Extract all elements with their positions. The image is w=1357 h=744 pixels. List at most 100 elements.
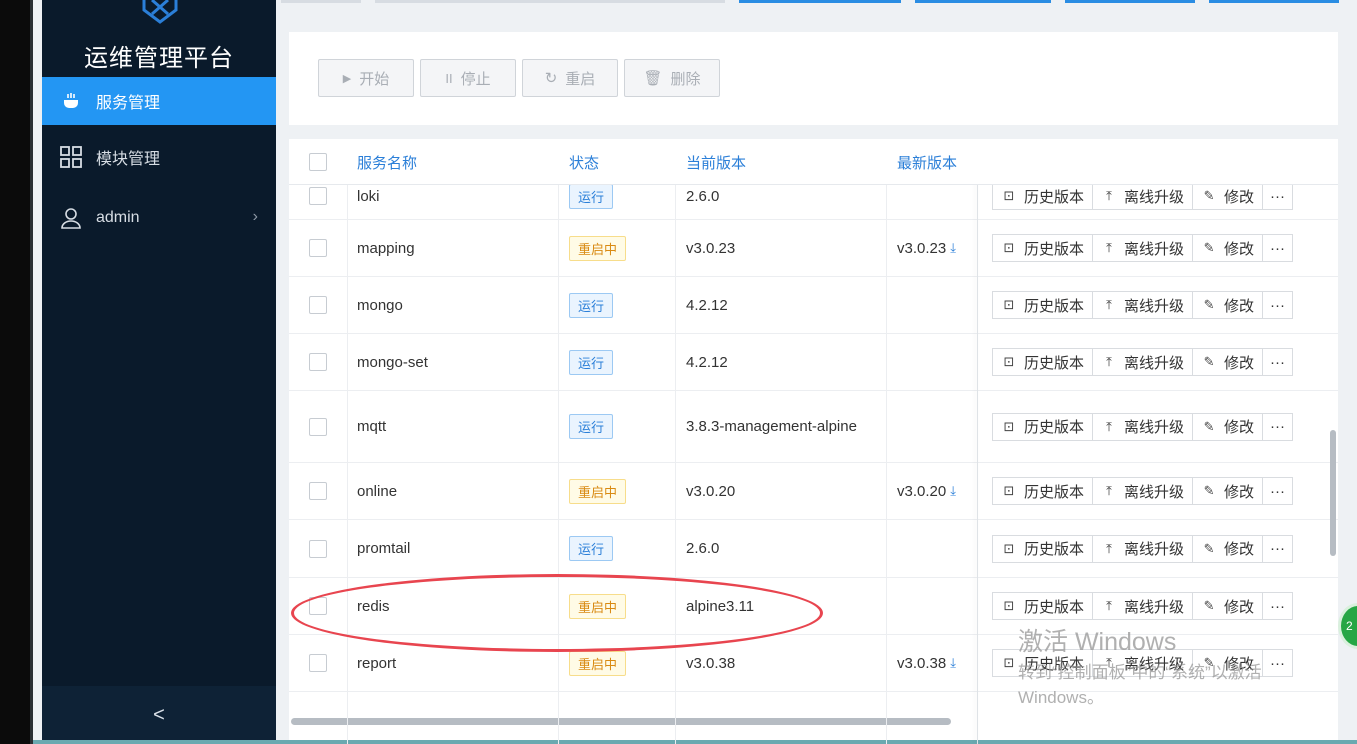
action-button-group: ⊡ 历史版本 ⤒ 离线升级 ✎ 修改 ···: [992, 412, 1294, 441]
more-button[interactable]: ···: [1263, 183, 1292, 209]
more-button[interactable]: ···: [1263, 536, 1292, 562]
download-icon[interactable]: ⤓: [950, 655, 956, 671]
more-button[interactable]: ···: [1263, 414, 1292, 440]
action-button-group: ⊡ 历史版本 ⤒ 离线升级 ✎ 修改 ···: [992, 534, 1294, 563]
latest-version-cell: v3.0.23 ⤓: [897, 220, 956, 276]
table-row[interactable]: mongo-set 运行 4.2.12 ⊡ 历史版本 ⤒ 离线升级 ✎ 修改 ···: [289, 334, 1338, 391]
header-button-2[interactable]: [915, 0, 1051, 3]
row-checkbox[interactable]: [309, 417, 327, 436]
user-icon: [60, 207, 82, 229]
header-current-version[interactable]: 当前版本: [686, 139, 746, 185]
more-button[interactable]: ···: [1263, 593, 1292, 619]
table-row[interactable]: mapping 重启中 v3.0.23 v3.0.23 ⤓ ⊡ 历史版本 ⤒ 离线升级 ✎ 修改 ··…: [289, 220, 1338, 277]
offline-upgrade-button[interactable]: ⤒ 离线升级: [1093, 349, 1194, 375]
more-button[interactable]: ···: [1263, 349, 1292, 375]
row-checkbox[interactable]: [309, 296, 327, 314]
logo-icon: [142, 0, 178, 24]
status-badge: 运行: [569, 414, 614, 439]
history-version-button[interactable]: ⊡ 历史版本: [993, 292, 1094, 318]
table-row[interactable]: online 重启中 v3.0.20 v3.0.20 ⤓ ⊡ 历史版本 ⤒ 离线升级 ✎ 修改 ···: [289, 463, 1338, 520]
history-label: 历史版本: [1024, 598, 1085, 616]
offline-upgrade-button[interactable]: ⤒ 离线升级: [1093, 593, 1194, 619]
watermark-line: Windows。: [1018, 688, 1104, 707]
modify-button[interactable]: ✎ 修改: [1193, 413, 1264, 440]
edit-icon: ✎: [1203, 418, 1215, 434]
column-divider: [675, 139, 676, 744]
edit-icon: ✎: [1203, 540, 1215, 556]
row-checkbox[interactable]: [309, 187, 327, 205]
history-version-button[interactable]: ⊡ 历史版本: [993, 349, 1094, 375]
pause-icon: II: [445, 70, 453, 86]
row-select-cell: [309, 520, 327, 577]
offline-upgrade-button[interactable]: ⤒ 离线升级: [1093, 292, 1194, 318]
sidebar-collapse-button[interactable]: <: [42, 686, 276, 744]
row-checkbox[interactable]: [309, 654, 327, 672]
action-button-group: ⊡ 历史版本 ⤒ 离线升级 ✎ 修改 ···: [992, 477, 1294, 505]
modify-button[interactable]: ✎ 修改: [1193, 535, 1264, 562]
status-badge: 重启中: [569, 650, 627, 676]
floating-badge[interactable]: 2: [1338, 603, 1357, 649]
row-actions: ⊡ 历史版本 ⤒ 离线升级 ✎ 修改 ···: [992, 334, 1294, 390]
modify-button[interactable]: ✎ 修改: [1193, 593, 1264, 619]
history-version-button[interactable]: ⊡ 历史版本: [993, 183, 1094, 209]
history-version-button[interactable]: ⊡ 历史版本: [993, 413, 1094, 440]
offline-upgrade-label: 离线升级: [1124, 188, 1185, 206]
header-button-4[interactable]: [1209, 0, 1339, 3]
select-all-checkbox[interactable]: [309, 153, 327, 171]
offline-upgrade-button[interactable]: ⤒ 离线升级: [1093, 413, 1194, 440]
row-checkbox[interactable]: [309, 539, 327, 558]
header-button-1[interactable]: [739, 0, 901, 3]
history-version-button[interactable]: ⊡ 历史版本: [993, 535, 1094, 562]
row-checkbox[interactable]: [309, 482, 327, 500]
table-row[interactable]: mongo 运行 4.2.12 ⊡ 历史版本 ⤒ 离线升级 ✎ 修改 ···: [289, 277, 1338, 334]
more-button[interactable]: ···: [1263, 650, 1292, 676]
horizontal-scrollbar[interactable]: [291, 718, 951, 725]
row-checkbox[interactable]: [309, 239, 327, 257]
offline-upgrade-button[interactable]: ⤒ 离线升级: [1093, 183, 1194, 209]
sidebar-item-admin[interactable]: admin ›: [42, 194, 276, 242]
delete-button[interactable]: 🗑 删除: [624, 59, 720, 97]
status-badge: 重启中: [569, 235, 627, 261]
row-checkbox[interactable]: [309, 353, 327, 371]
more-button[interactable]: ···: [1263, 292, 1292, 318]
start-button[interactable]: ▶ 开始: [318, 59, 414, 97]
download-icon[interactable]: ⤓: [950, 483, 956, 499]
row-actions: ⊡ 历史版本 ⤒ 离线升级 ✎ 修改 ···: [992, 220, 1294, 276]
sidebar-item-module-management[interactable]: 模块管理: [42, 133, 276, 181]
modify-button[interactable]: ✎ 修改: [1193, 235, 1264, 261]
stop-button[interactable]: II 停止: [420, 59, 516, 97]
header-tab-fragment: [281, 0, 361, 3]
service-name: promtail: [357, 540, 411, 557]
sidebar-item-service-management[interactable]: 服务管理: [42, 77, 276, 125]
history-version-button[interactable]: ⊡ 历史版本: [993, 478, 1094, 504]
offline-upgrade-button[interactable]: ⤒ 离线升级: [1093, 535, 1194, 562]
offline-upgrade-button[interactable]: ⤒ 离线升级: [1093, 235, 1194, 261]
restart-button[interactable]: ↻ 重启: [522, 59, 618, 97]
header-status[interactable]: 状态: [569, 139, 599, 185]
status-cell: 运行: [569, 391, 614, 462]
header-latest-version[interactable]: 最新版本: [897, 139, 957, 185]
status-cell: 运行: [569, 277, 614, 333]
modify-button[interactable]: ✎ 修改: [1193, 183, 1264, 209]
header-name[interactable]: 服务名称: [357, 139, 417, 185]
history-icon: ⊡: [1003, 540, 1015, 556]
more-button[interactable]: ···: [1263, 478, 1292, 504]
modify-button[interactable]: ✎ 修改: [1193, 349, 1264, 375]
edit-icon: ✎: [1203, 354, 1215, 369]
more-button[interactable]: ···: [1263, 235, 1292, 261]
modify-button[interactable]: ✎ 修改: [1193, 292, 1264, 318]
history-icon: ⊡: [1003, 483, 1015, 498]
table-row[interactable]: mqtt 运行 3.8.3-management-alpine ⊡ 历史版本 ⤒ 离线升级 ✎…: [289, 391, 1338, 463]
history-version-button[interactable]: ⊡ 历史版本: [993, 235, 1094, 261]
vertical-scrollbar[interactable]: [1330, 430, 1336, 556]
modify-label: 修改: [1224, 354, 1255, 372]
offline-upgrade-button[interactable]: ⤒ 离线升级: [1093, 478, 1194, 504]
watermark-line: 激活 Windows: [1018, 628, 1177, 656]
table-row[interactable]: promtail 运行 2.6.0 ⊡ 历史版本 ⤒ 离线升级 ✎ 修改 ···: [289, 520, 1338, 578]
history-icon: ⊡: [1003, 188, 1015, 203]
download-icon[interactable]: ⤓: [950, 240, 956, 256]
header-button-3[interactable]: [1065, 0, 1195, 3]
modify-button[interactable]: ✎ 修改: [1193, 478, 1264, 504]
history-version-button[interactable]: ⊡ 历史版本: [993, 593, 1094, 619]
action-button-group: ⊡ 历史版本 ⤒ 离线升级 ✎ 修改 ···: [992, 348, 1294, 376]
